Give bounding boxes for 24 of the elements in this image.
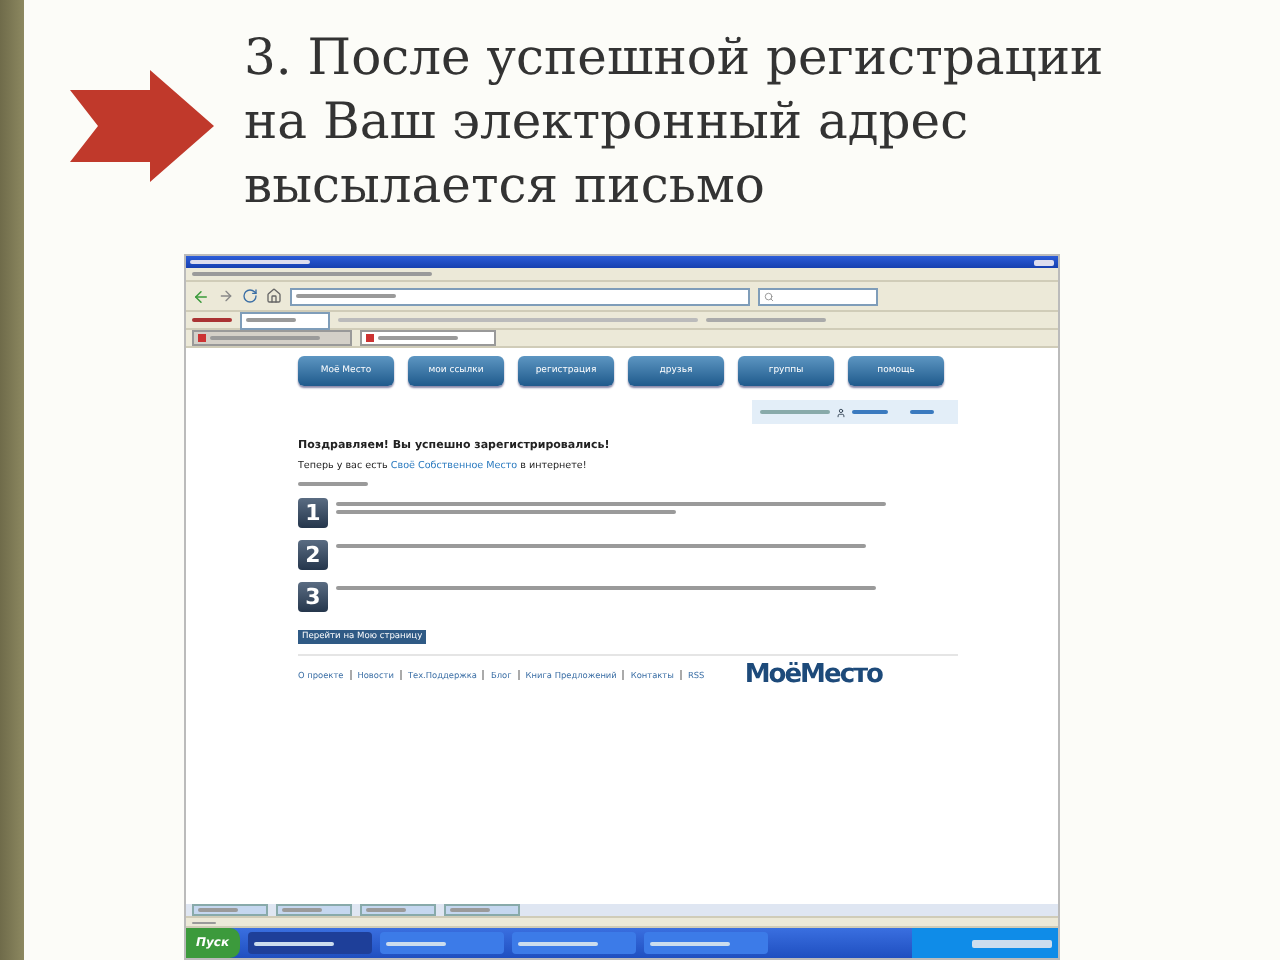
back-icon[interactable] bbox=[192, 287, 210, 305]
taskbar-button[interactable] bbox=[247, 932, 372, 954]
search-field[interactable] bbox=[758, 287, 878, 305]
site-logo: МоёМесто bbox=[744, 660, 882, 690]
arrow-drawing bbox=[70, 70, 214, 182]
browser-tab[interactable] bbox=[192, 330, 352, 346]
browser-tab[interactable] bbox=[360, 330, 496, 346]
taskbar-button[interactable] bbox=[643, 932, 768, 954]
taskbar-button[interactable] bbox=[511, 932, 636, 954]
sidebar-tab[interactable] bbox=[360, 904, 436, 916]
address-field[interactable] bbox=[290, 287, 750, 305]
sidebar-tab[interactable] bbox=[444, 904, 520, 916]
step-number: 1 bbox=[298, 498, 328, 528]
reload-icon[interactable] bbox=[242, 288, 258, 304]
sidebar-tab[interactable] bbox=[276, 904, 352, 916]
step-number: 3 bbox=[298, 582, 328, 612]
user-icon bbox=[836, 407, 846, 417]
search-icon bbox=[764, 291, 774, 301]
taskbar-button[interactable] bbox=[379, 932, 504, 954]
forward-icon[interactable] bbox=[218, 288, 234, 304]
home-icon[interactable] bbox=[266, 288, 282, 304]
sidebar-tab[interactable] bbox=[192, 904, 268, 916]
slide-title: 3. После успешной регистрации на Ваш электронный адрес высылается письмо bbox=[244, 26, 1106, 218]
step-number: 2 bbox=[298, 540, 328, 570]
